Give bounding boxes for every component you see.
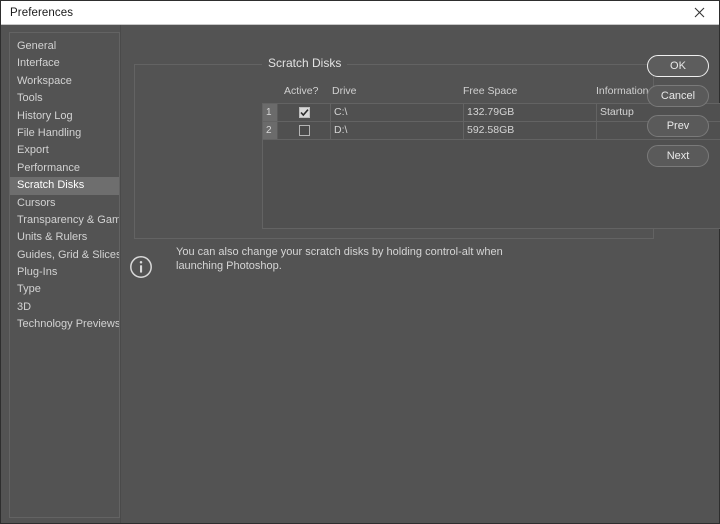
preferences-category-list[interactable]: General Interface Workspace Tools Histor… [9, 32, 120, 518]
info-note-text: You can also change your scratch disks b… [176, 245, 536, 273]
sidebar-item-type[interactable]: Type [10, 281, 119, 298]
sidebar-item-file-handling[interactable]: File Handling [10, 125, 119, 142]
cancel-button[interactable]: Cancel [647, 85, 709, 107]
next-button[interactable]: Next [647, 145, 709, 167]
close-icon[interactable] [679, 1, 719, 24]
title-bar: Preferences [1, 1, 719, 25]
row-free-space: 592.58GB [463, 122, 596, 139]
checkbox-active-unchecked[interactable] [299, 125, 310, 136]
dialog-buttons: OK Cancel Prev Next [647, 55, 709, 175]
sidebar-item-cursors[interactable]: Cursors [10, 195, 119, 212]
ok-button[interactable]: OK [647, 55, 709, 77]
sidebar-item-transparency-gamut[interactable]: Transparency & Gamut [10, 212, 119, 229]
sidebar-divider [120, 25, 121, 523]
column-header-free-space: Free Space [463, 85, 517, 97]
column-header-information: Information [596, 85, 649, 97]
sidebar-item-3d[interactable]: 3D [10, 299, 119, 316]
sidebar-item-plug-ins[interactable]: Plug-Ins [10, 264, 119, 281]
row-active-cell[interactable] [278, 125, 330, 136]
sidebar-item-guides-grid-slices[interactable]: Guides, Grid & Slices [10, 247, 119, 264]
row-free-space: 132.79GB [463, 104, 596, 121]
preferences-dialog: Preferences General Interface Workspace … [0, 0, 720, 524]
row-active-cell[interactable] [278, 107, 330, 118]
sidebar-item-interface[interactable]: Interface [10, 55, 119, 72]
main-panel: Scratch Disks Active? Drive Free Space I… [129, 25, 719, 523]
column-header-drive: Drive [332, 85, 357, 97]
row-number: 2 [263, 122, 278, 139]
sidebar-item-technology-previews[interactable]: Technology Previews [10, 316, 119, 333]
sidebar-item-units-rulers[interactable]: Units & Rulers [10, 229, 119, 246]
sidebar-item-workspace[interactable]: Workspace [10, 73, 119, 90]
sidebar-item-general[interactable]: General [10, 38, 119, 55]
prev-button[interactable]: Prev [647, 115, 709, 137]
sidebar-item-export[interactable]: Export [10, 142, 119, 159]
row-number: 1 [263, 104, 278, 121]
row-drive: D:\ [330, 122, 463, 139]
info-note: You can also change your scratch disks b… [129, 243, 559, 279]
groupbox-title: Scratch Disks [262, 56, 347, 70]
sidebar-item-scratch-disks[interactable]: Scratch Disks [10, 177, 119, 194]
checkbox-active-checked[interactable] [299, 107, 310, 118]
sidebar-item-performance[interactable]: Performance [10, 160, 119, 177]
column-header-active: Active? [284, 85, 318, 97]
dialog-body: General Interface Workspace Tools Histor… [1, 25, 719, 523]
info-circle-icon [129, 255, 153, 279]
sidebar-item-tools[interactable]: Tools [10, 90, 119, 107]
sidebar-item-history-log[interactable]: History Log [10, 108, 119, 125]
row-drive: C:\ [330, 104, 463, 121]
window-title: Preferences [10, 7, 73, 19]
